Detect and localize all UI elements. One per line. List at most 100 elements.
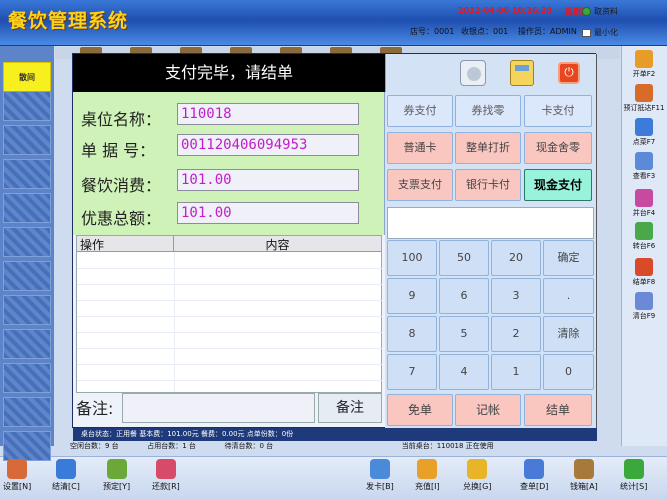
toolbar-issue-card[interactable]: 发卡[B] <box>366 459 394 492</box>
discount-row: 优惠总额： 101.00 <box>81 202 359 229</box>
right-action-merge-table[interactable]: 并台F4 <box>621 189 667 218</box>
toolbar-label: 充值[I] <box>415 482 440 491</box>
left-tab-11[interactable] <box>3 431 51 461</box>
key-9[interactable]: 9 <box>387 278 437 314</box>
settle-bill-button[interactable]: 结单 <box>524 394 592 426</box>
right-action-open-order[interactable]: 开单F2 <box>621 50 667 79</box>
free-bill-button[interactable]: 免单 <box>387 394 453 426</box>
toolbar-cash-box[interactable]: 钱箱[A] <box>570 459 598 492</box>
key-7[interactable]: 7 <box>387 354 437 390</box>
right-action-label: 转台F6 <box>632 242 656 250</box>
toolbar-exchange[interactable]: 兑换[G] <box>463 459 491 492</box>
table-row <box>77 268 383 269</box>
key-8[interactable]: 8 <box>387 316 437 352</box>
minimize-icon <box>582 28 591 37</box>
key-3[interactable]: 3 <box>491 278 541 314</box>
toolbar-repay[interactable]: 还款[R] <box>152 459 180 492</box>
view-icon <box>635 152 653 170</box>
toolbar-query-order[interactable]: 查单[D] <box>520 459 548 492</box>
check-pay-button[interactable]: 支票支付 <box>387 169 453 201</box>
cash-pay-button[interactable]: 现金支付 <box>524 169 592 201</box>
key-1[interactable]: 1 <box>491 354 541 390</box>
key-100[interactable]: 100 <box>387 240 437 276</box>
transfer-table-icon <box>635 222 653 240</box>
right-action-label: 预订抵达F11 <box>623 104 665 112</box>
note-button[interactable]: 备注 <box>318 393 382 423</box>
key-dot[interactable]: . <box>543 278 594 314</box>
right-action-reservation[interactable]: 预订抵达F11 <box>621 84 667 113</box>
right-action-label: 点菜F7 <box>632 138 656 146</box>
key-50[interactable]: 50 <box>439 240 489 276</box>
toolbar-label: 发卡[B] <box>366 482 394 491</box>
key-2[interactable]: 2 <box>491 316 541 352</box>
left-tab-7[interactable] <box>3 295 51 325</box>
app-header: 餐饮管理系统 2012-04-06 10:26:20 星期五 取资料 最小化 店… <box>0 0 667 46</box>
left-tab-2[interactable] <box>3 125 51 155</box>
recharge-icon <box>417 459 438 479</box>
toolbar-settle[interactable]: 结清[C] <box>52 459 80 492</box>
operation-log-table: 操作 内容 <box>76 235 383 393</box>
right-action-view[interactable]: 查看F3 <box>621 152 667 181</box>
key-4[interactable]: 4 <box>439 354 489 390</box>
key-5[interactable]: 5 <box>439 316 489 352</box>
calculator-icon[interactable] <box>510 60 534 86</box>
key-6[interactable]: 6 <box>439 278 489 314</box>
minimize-button[interactable]: 最小化 <box>582 27 618 38</box>
refresh-data-button[interactable]: 取资料 <box>582 6 618 17</box>
cashier-point: 收银点：001 <box>461 27 509 36</box>
table-row <box>77 364 383 365</box>
whole-discount-button[interactable]: 整单打折 <box>455 132 521 164</box>
left-tab-5[interactable] <box>3 227 51 257</box>
disk-icon[interactable] <box>460 60 486 86</box>
settle-icon <box>55 459 76 479</box>
key-0[interactable]: 0 <box>543 354 594 390</box>
cash-box-icon <box>573 459 594 479</box>
cash-round-button[interactable]: 现金舍零 <box>524 132 592 164</box>
left-tab-6[interactable] <box>3 261 51 291</box>
toolbar-statistics[interactable]: 统计[S] <box>620 459 647 492</box>
reserve-icon <box>106 459 127 479</box>
coupon-change-button[interactable]: 券找零 <box>455 95 521 127</box>
left-tab-1[interactable] <box>3 91 51 121</box>
toolbar-settings[interactable]: 设置[N] <box>3 459 31 492</box>
left-tab-10[interactable] <box>3 397 51 427</box>
toolbar-label: 兑换[G] <box>463 482 492 491</box>
toolbar-reserve[interactable]: 预定[Y] <box>103 459 130 492</box>
right-action-order-dish[interactable]: 点菜F7 <box>621 118 667 147</box>
table-header: 操作 内容 <box>77 236 381 252</box>
discount-field: 101.00 <box>177 202 359 224</box>
toolbar-label: 设置[N] <box>3 482 32 491</box>
left-tab-0[interactable]: 散间 <box>3 62 51 92</box>
bank-card-pay-button[interactable]: 银行卡付 <box>455 169 521 201</box>
coupon-pay-button[interactable]: 券支付 <box>387 95 453 127</box>
app-title: 餐饮管理系统 <box>8 10 129 32</box>
table-row <box>77 300 383 301</box>
right-action-checkout[interactable]: 结单F8 <box>621 258 667 287</box>
issue-card-icon <box>369 459 390 479</box>
confirm-key[interactable]: 确定 <box>543 240 594 276</box>
regular-card-button[interactable]: 普通卡 <box>387 132 453 164</box>
dialog-toolbar: ⏻ <box>385 54 596 92</box>
left-tab-3[interactable] <box>3 159 51 189</box>
right-action-transfer-table[interactable]: 转台F6 <box>621 222 667 251</box>
right-action-label: 并台F4 <box>632 209 656 217</box>
close-icon[interactable]: ⏻ <box>558 62 580 84</box>
right-action-clear-table[interactable]: 清台F9 <box>621 292 667 321</box>
receipt-number-row: 单 据 号： 001120406094953 <box>81 134 359 161</box>
card-pay-button[interactable]: 卡支付 <box>524 95 592 127</box>
bottom-toolbar <box>0 456 667 500</box>
query-order-icon <box>524 459 545 479</box>
merge-table-icon <box>635 189 653 207</box>
toolbar-recharge[interactable]: 充值[I] <box>415 459 440 492</box>
left-tab-9[interactable] <box>3 363 51 393</box>
clear-key[interactable]: 清除 <box>543 316 594 352</box>
reservation-icon <box>635 84 653 102</box>
charge-account-button[interactable]: 记帐 <box>455 394 521 426</box>
left-tab-4[interactable] <box>3 193 51 223</box>
payment-display-area <box>387 207 594 239</box>
exchange-icon <box>467 459 488 479</box>
left-tab-8[interactable] <box>3 329 51 359</box>
key-20[interactable]: 20 <box>491 240 541 276</box>
store-number: 店号：0001 <box>410 27 455 36</box>
note-input[interactable] <box>122 393 315 423</box>
